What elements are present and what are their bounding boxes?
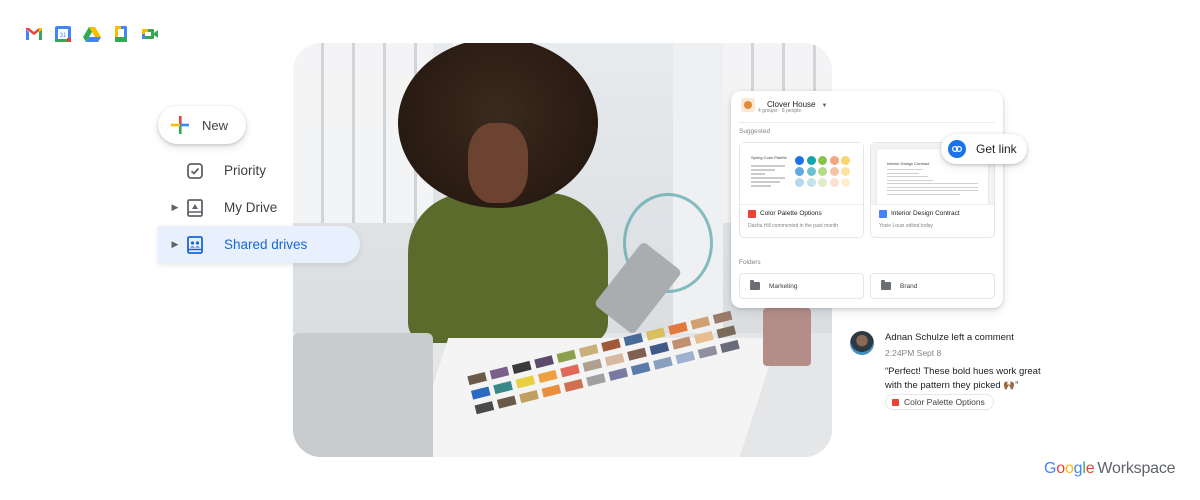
pdf-icon — [748, 210, 756, 218]
file-name: Color Palette Options — [760, 210, 822, 217]
folder-marketing[interactable]: Marketing — [739, 273, 864, 299]
gmail-icon[interactable] — [24, 24, 44, 44]
palette-dot — [841, 167, 850, 176]
priority-checkbox-icon — [186, 162, 204, 180]
palette-dot — [806, 156, 816, 165]
docs-icon[interactable] — [111, 24, 131, 44]
comment-text: “Perfect! These bold hues work great wit… — [885, 366, 1041, 391]
get-link-button[interactable]: Get link — [941, 134, 1027, 164]
drive-icon[interactable] — [82, 24, 102, 44]
comment-attachment-chip[interactable]: Color Palette Options — [885, 394, 994, 410]
palette-dot — [795, 178, 804, 187]
palette-dot — [829, 178, 839, 187]
nav-item-my-drive[interactable]: ▶ My Drive — [158, 189, 360, 226]
get-link-label: Get link — [976, 142, 1017, 156]
folder-icon — [881, 280, 891, 290]
svg-text:31: 31 — [60, 33, 67, 39]
new-button[interactable]: New — [158, 106, 246, 144]
meet-icon[interactable] — [140, 24, 160, 44]
palette-dot — [841, 178, 850, 187]
folder-name: Brand — [900, 282, 918, 290]
shared-drive-members: 4 groups · 8 people — [758, 108, 802, 114]
nav-item-label: Shared drives — [224, 237, 308, 252]
docs-file-icon — [879, 210, 887, 218]
palette-dot — [829, 167, 839, 176]
commenter-avatar — [850, 331, 874, 355]
shared-drives-icon — [186, 235, 204, 254]
google-workspace-logo: Google Workspace — [1044, 460, 1176, 477]
palette-swatches — [795, 156, 850, 187]
folders-label: Folders — [739, 259, 761, 266]
attachment-name: Color Palette Options — [904, 397, 985, 407]
palette-dot — [795, 156, 804, 165]
comment-timestamp: 2:24PM Sept 8 — [885, 348, 942, 358]
palette-dot — [818, 156, 827, 165]
shared-drive-avatar — [741, 98, 755, 112]
expand-arrow-icon[interactable]: ▶ — [168, 202, 182, 213]
file-preview: Spring Color Palette — [740, 143, 863, 205]
link-icon — [948, 140, 966, 158]
suggested-label: Suggested — [739, 128, 771, 135]
palette-dot — [806, 178, 816, 187]
dropdown-arrow-icon[interactable]: ▼ — [821, 103, 827, 109]
file-activity: Yosie Louis edited today — [879, 223, 934, 229]
folder-icon — [750, 280, 760, 290]
new-button-label: New — [202, 117, 229, 133]
suggested-file-color-palette[interactable]: Spring Color Palette Color Palette Optio… — [739, 142, 864, 238]
comment-author: Adnan Schulze left a comment — [885, 332, 1014, 343]
drive-nav: Priority ▶ My Drive ▶ Shared drives — [158, 152, 360, 263]
palette-dot — [818, 167, 827, 176]
pdf-icon — [892, 398, 899, 406]
nav-item-shared-drives[interactable]: ▶ Shared drives — [158, 226, 360, 263]
nav-item-label: My Drive — [224, 200, 278, 215]
nav-item-label: Priority — [224, 163, 267, 178]
google-apps-row: 31 — [24, 24, 160, 44]
palette-dot — [806, 167, 816, 176]
file-name: Interior Design Contract — [891, 210, 960, 217]
palette-dot — [829, 156, 839, 165]
palette-dot — [818, 178, 827, 187]
palette-dot — [841, 156, 850, 165]
calendar-icon[interactable]: 31 — [53, 24, 73, 44]
folder-name: Marketing — [769, 282, 798, 290]
folder-brand[interactable]: Brand — [870, 273, 995, 299]
shared-drive-card: Clover House ▼ 4 groups · 8 people Sugges… — [731, 91, 1003, 308]
my-drive-icon — [186, 198, 204, 217]
nav-item-priority[interactable]: Priority — [158, 152, 360, 189]
file-activity: Dasha Hill commented in the past month — [748, 223, 839, 229]
palette-dot — [795, 167, 804, 176]
divider — [739, 122, 995, 123]
expand-arrow-icon[interactable]: ▶ — [168, 239, 182, 250]
plus-icon — [171, 116, 189, 134]
